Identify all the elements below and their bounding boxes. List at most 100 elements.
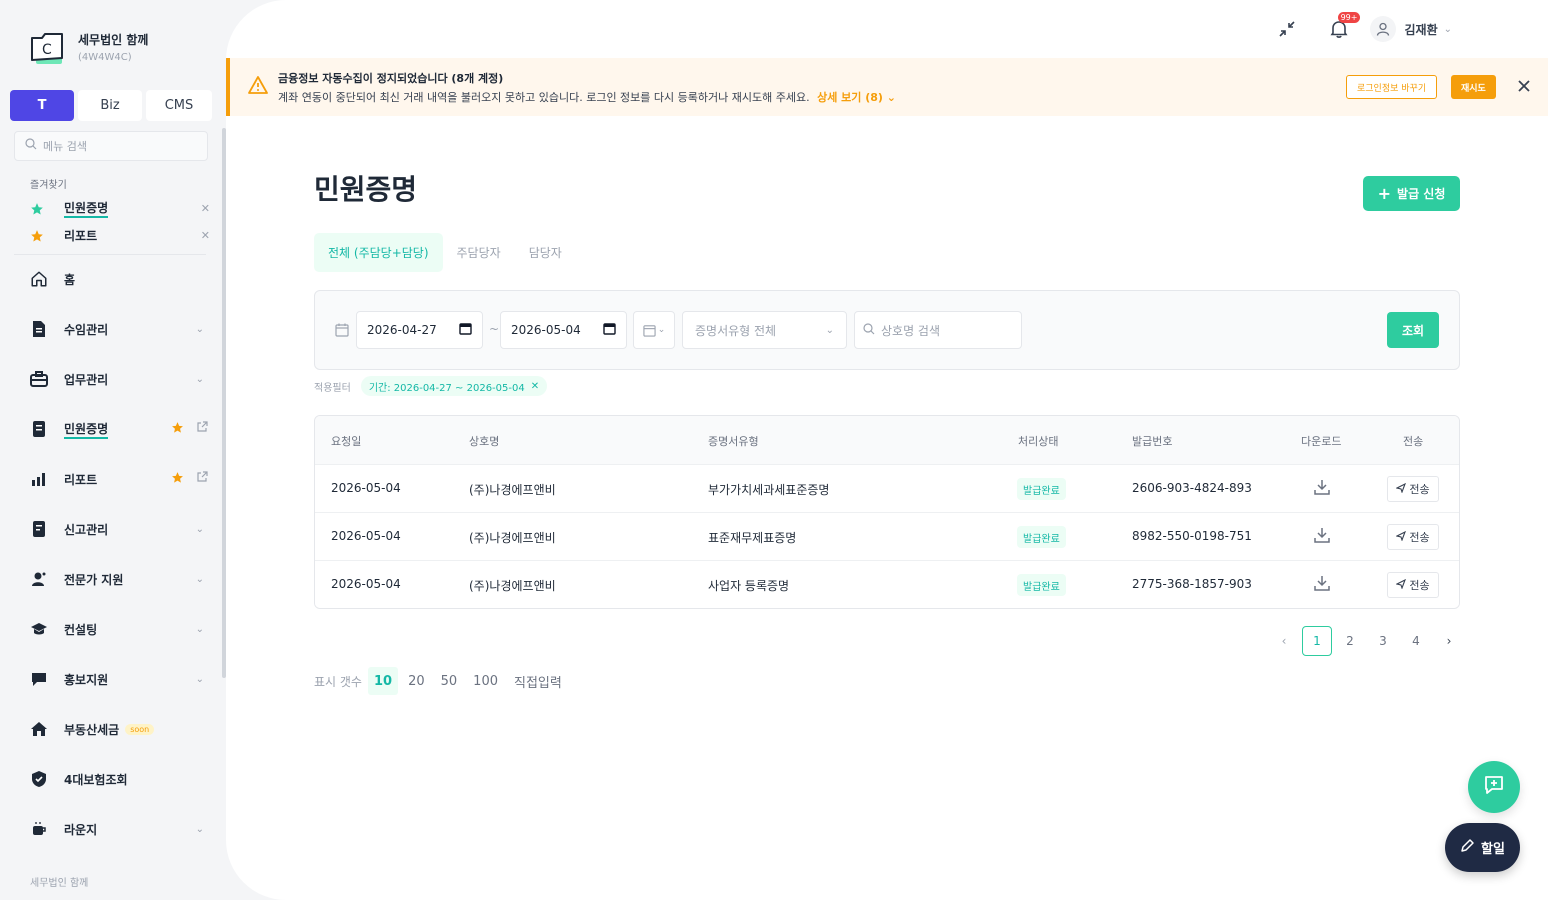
prev-page-icon[interactable]: ‹ (1269, 626, 1299, 656)
pencil-icon (1460, 838, 1475, 857)
sidebar-item-promotion[interactable]: 홍보지원 ⌄ (30, 668, 208, 690)
remove-favorite-icon[interactable]: ✕ (201, 202, 210, 215)
send-icon (1395, 530, 1407, 544)
todo-fab-button[interactable]: 할일 (1445, 823, 1520, 872)
query-button[interactable]: 조회 (1387, 312, 1439, 348)
brand[interactable]: C 세무법인 함께 (4W4W4C) (28, 30, 148, 66)
page-size-option[interactable]: 20 (402, 667, 431, 695)
sidebar-item-contracts[interactable]: 수임관리 ⌄ (30, 318, 208, 340)
page-size-option[interactable]: 50 (435, 667, 464, 695)
download-icon[interactable] (1312, 573, 1332, 593)
tab-all[interactable]: 전체 (주담당+담당) (314, 233, 443, 272)
issue-number: 2775-368-1857-903 (1132, 577, 1252, 591)
chat-fab-button[interactable] (1468, 761, 1520, 813)
sidebar-item-label: 라운지 (64, 822, 98, 837)
certificate-type-select[interactable]: 증명서유형 전체 ⌄ (682, 311, 847, 349)
sidebar-item-consulting[interactable]: 컨설팅 ⌄ (30, 618, 208, 640)
favorite-item-certificate[interactable]: 민원증명 ✕ (30, 199, 210, 218)
date-preset-dropdown[interactable]: ⌄ (633, 311, 675, 349)
sidebar-item-realestate[interactable]: 부동산세금 soon (30, 718, 208, 740)
user-menu[interactable]: 김재환 ⌄ (1370, 16, 1452, 42)
mode-tab-biz[interactable]: Biz (78, 90, 142, 121)
favorites-title: 즐겨찾기 (30, 180, 67, 191)
download-icon[interactable] (1312, 477, 1332, 497)
external-link-icon[interactable] (196, 421, 208, 437)
sidebar-item-label: 민원증명 (64, 420, 109, 439)
assignee-tabs: 전체 (주담당+담당) 주담당자 담당자 (314, 233, 576, 272)
calendar-picker-icon[interactable] (459, 322, 472, 338)
plus-icon: + (1377, 184, 1392, 203)
send-button[interactable]: 전송 (1387, 476, 1439, 502)
chevron-down-icon: ⌄ (825, 324, 834, 336)
next-page-icon[interactable]: › (1434, 626, 1464, 656)
company-search-input[interactable]: 상호명 검색 (854, 311, 1022, 349)
column-header: 다운로드 (1301, 435, 1342, 448)
sidebar-item-report[interactable]: 리포트 (30, 468, 208, 490)
certificate-table: 요청일 상호명 증명서유형 처리상태 발급번호 다운로드 전송 2026-05-… (314, 415, 1460, 609)
request-date: 2026-05-04 (331, 481, 401, 495)
certificate-type: 사업자 등록증명 (708, 579, 790, 593)
alert-detail-link[interactable]: 상세 보기 (8) ⌄ (817, 91, 896, 104)
column-header: 증명서유형 (708, 435, 759, 448)
sidebar-item-label: 수임관리 (64, 322, 109, 337)
relogin-button[interactable]: 로그인정보 바꾸기 (1346, 75, 1438, 99)
remove-favorite-icon[interactable]: ✕ (201, 229, 210, 242)
page-size-option[interactable]: 10 (367, 667, 399, 695)
tab-main-manager[interactable]: 주담당자 (443, 233, 515, 272)
sidebar-item-tasks[interactable]: 업무관리 ⌄ (30, 368, 208, 390)
sidebar-item-certificates[interactable]: 민원증명 (30, 418, 208, 440)
send-button[interactable]: 전송 (1387, 572, 1439, 598)
notification-bell-icon[interactable]: 99+ (1324, 12, 1361, 44)
date-from-input[interactable]: 2026-04-27 (356, 311, 483, 349)
date-to-input[interactable]: 2026-05-04 (500, 311, 627, 349)
favorite-item-report[interactable]: 리포트 ✕ (30, 227, 210, 244)
page-size-custom[interactable]: 직접입력 (508, 667, 568, 695)
applied-filter-chip[interactable]: 기간: 2026-04-27 ~ 2026-05-04 ✕ (360, 376, 548, 396)
chevron-down-icon: ⌄ (657, 325, 666, 335)
page-size-option[interactable]: 100 (467, 667, 504, 695)
table-row[interactable]: 2026-05-04 (주)나경에프앤비 부가가치세과세표준증명 발급완료 26… (315, 464, 1459, 512)
mode-tab-cms[interactable]: CMS (146, 90, 212, 121)
close-icon[interactable] (1514, 76, 1534, 96)
external-link-icon[interactable] (196, 471, 208, 487)
table-row[interactable]: 2026-05-04 (주)나경에프앤비 표준재무제표증명 발급완료 8982-… (315, 512, 1459, 560)
issue-request-button[interactable]: + 발급 신청 (1363, 176, 1460, 211)
sidebar-divider (14, 254, 206, 255)
star-icon[interactable] (171, 421, 184, 438)
sidebar-item-filing[interactable]: 신고관리 ⌄ (30, 518, 208, 540)
status-badge: 발급완료 (1017, 478, 1066, 500)
sidebar-item-expert[interactable]: 전문가 지원 ⌄ (30, 568, 208, 590)
bar-chart-icon (30, 470, 48, 488)
table-header: 요청일 상호명 증명서유형 처리상태 발급번호 다운로드 전송 (315, 416, 1459, 464)
certificate-icon (30, 420, 48, 438)
page-button[interactable]: 3 (1368, 626, 1398, 656)
page-size-label: 표시 갯수 (314, 674, 362, 689)
filter-panel: 2026-04-27 ~ 2026-05-04 ⌄ 증명서유형 전체 ⌄ 상호명… (314, 290, 1460, 370)
table-row[interactable]: 2026-05-04 (주)나경에프앤비 사업자 등록증명 발급완료 2775-… (315, 560, 1459, 608)
sidebar-item-home[interactable]: 홈 (30, 268, 208, 290)
search-icon (25, 138, 37, 154)
chevron-down-icon: ⌄ (195, 823, 204, 835)
send-button[interactable]: 전송 (1387, 524, 1439, 550)
brand-logo-icon: C (28, 30, 68, 66)
page-button[interactable]: 1 (1302, 626, 1332, 656)
star-icon[interactable] (171, 471, 184, 488)
chevron-down-icon: ⌄ (1443, 23, 1452, 35)
sidebar-item-lounge[interactable]: 라운지 ⌄ (30, 818, 208, 840)
mode-tab-t[interactable]: T (10, 90, 74, 121)
page-button[interactable]: 4 (1401, 626, 1431, 656)
brand-name: 세무법인 함께 (78, 33, 149, 47)
page-button[interactable]: 2 (1335, 626, 1365, 656)
collapse-icon[interactable] (1272, 14, 1302, 44)
sidebar-item-insurance[interactable]: 4대보험조회 (30, 768, 208, 790)
column-header: 상호명 (469, 435, 500, 448)
applied-filters: 적용필터 기간: 2026-04-27 ~ 2026-05-04 ✕ (314, 376, 548, 396)
close-icon[interactable]: ✕ (531, 381, 539, 392)
calendar-picker-icon[interactable] (603, 322, 616, 338)
chevron-down-icon: ⌄ (195, 373, 204, 385)
retry-button[interactable]: 재시도 (1451, 75, 1496, 99)
send-icon (1395, 578, 1407, 592)
menu-search-input[interactable]: 메뉴 검색 (14, 131, 208, 161)
download-icon[interactable] (1312, 525, 1332, 545)
tab-manager[interactable]: 담당자 (515, 233, 576, 272)
